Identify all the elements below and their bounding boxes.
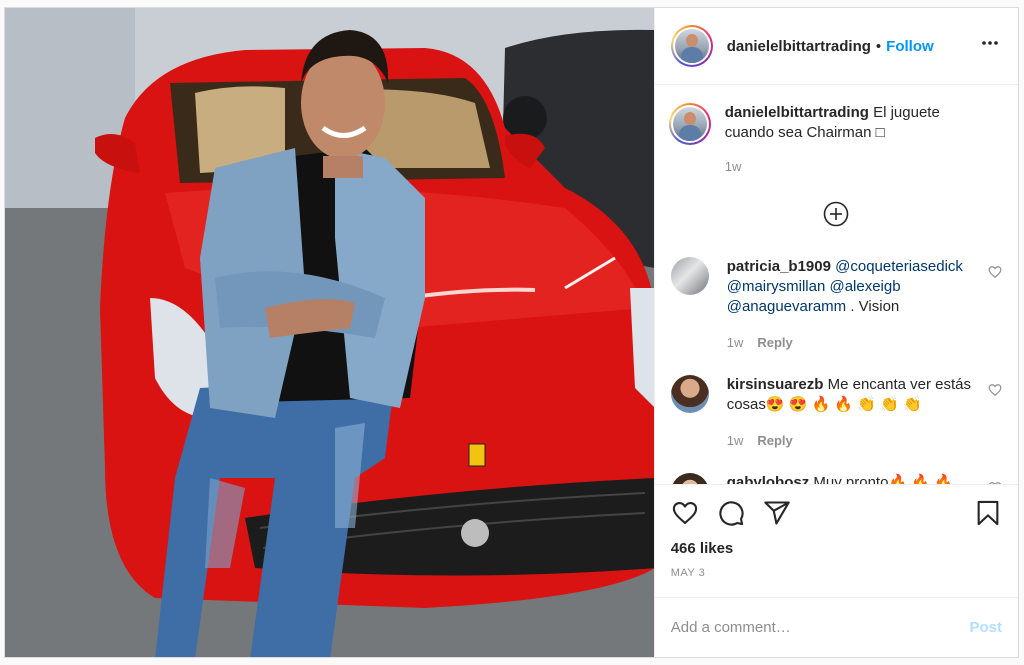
caption-time[interactable]: 1w	[725, 157, 742, 177]
mention-link[interactable]: @anaguevaramm	[727, 298, 846, 315]
caption: danielelbittartrading El juguete cuando …	[668, 103, 1002, 177]
plus-circle-icon[interactable]	[823, 201, 849, 227]
caption-username[interactable]: danielelbittartrading	[725, 104, 869, 121]
comment-username[interactable]: gabylobosz	[727, 474, 810, 484]
comment-username[interactable]: patricia_b1909	[727, 258, 831, 275]
commenter-avatar[interactable]	[670, 473, 709, 484]
comment-text: Muy pronto🔥 🔥 🔥	[813, 474, 953, 484]
post-button[interactable]: Post	[969, 619, 1002, 636]
caption-avatar[interactable]	[668, 103, 711, 145]
heart-icon[interactable]	[671, 499, 699, 527]
reply-button[interactable]: Reply	[757, 431, 792, 451]
commenter-avatar[interactable]	[670, 375, 709, 413]
comments-section[interactable]: danielelbittartrading El juguete cuando …	[655, 85, 1018, 484]
header-separator: •	[875, 37, 882, 55]
action-bar	[654, 484, 1018, 540]
comment-icon[interactable]	[717, 499, 745, 527]
instagram-post: danielelbittartrading • Follow danielelb…	[4, 7, 1019, 658]
more-horizontal-icon[interactable]	[978, 31, 1002, 61]
post-header: danielelbittartrading • Follow	[654, 8, 1018, 85]
header-avatar[interactable]	[670, 25, 713, 67]
bookmark-icon[interactable]	[974, 499, 1002, 527]
mention-link[interactable]: @mairysmillan	[727, 278, 826, 295]
reply-button[interactable]: Reply	[757, 333, 792, 353]
comment-like-heart-icon[interactable]	[988, 383, 1002, 397]
comment-item: kirsinsuarezb Me encanta ver estás cosas…	[670, 375, 1002, 451]
avatar-image	[674, 29, 709, 63]
header-username[interactable]: danielelbittartrading	[727, 38, 871, 55]
commenter-avatar[interactable]	[670, 257, 709, 295]
post-sidebar: danielelbittartrading • Follow danielelb…	[653, 8, 1018, 657]
comment-like-heart-icon[interactable]	[988, 265, 1002, 279]
post-date[interactable]: MAY 3	[655, 567, 1018, 597]
comment-time[interactable]: 1w	[727, 333, 744, 353]
likes-count[interactable]: 466 likes	[655, 540, 1018, 562]
mention-link[interactable]: @coqueteriasedick	[835, 258, 963, 275]
post-photo[interactable]	[5, 8, 654, 657]
load-more-comments[interactable]	[671, 201, 1002, 227]
comment-item: gabylobosz Muy pronto🔥 🔥 🔥	[670, 473, 1002, 484]
add-comment-bar: Post	[654, 597, 1018, 657]
comment-item: patricia_b1909 @coqueteriasedick @mairys…	[670, 257, 1002, 353]
comment-text: . Vision	[850, 298, 900, 315]
comment-time[interactable]: 1w	[727, 431, 744, 451]
comment-like-heart-icon[interactable]	[988, 481, 1002, 484]
follow-button[interactable]: Follow	[886, 38, 934, 55]
ferrari-photo-illustration	[5, 8, 654, 657]
comment-username[interactable]: kirsinsuarezb	[727, 376, 824, 393]
share-icon[interactable]	[763, 499, 791, 527]
add-comment-input[interactable]	[670, 619, 970, 636]
avatar-image	[672, 107, 707, 141]
mention-link[interactable]: @alexeigb	[829, 278, 900, 295]
